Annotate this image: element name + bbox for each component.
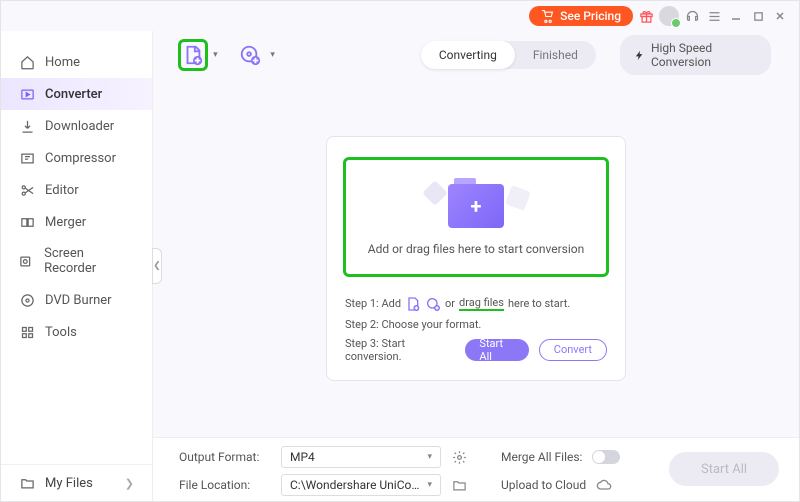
- footer-bar: Output Format: MP4 ▾ Merge All Files: Fi…: [153, 437, 799, 501]
- canvas-area: + Add or drag files here to start conver…: [153, 79, 799, 437]
- titlebar: See Pricing: [1, 1, 799, 31]
- file-location-label: File Location:: [179, 478, 271, 492]
- chevron-down-icon: ▾: [427, 480, 432, 490]
- nav-list: Home Converter Downloader Compressor Edi…: [1, 31, 152, 464]
- folder-icon: [19, 475, 35, 491]
- file-location-select[interactable]: C:\Wondershare UniConverter 1 ▾: [281, 474, 441, 496]
- record-icon: [19, 253, 34, 269]
- download-icon: [19, 118, 35, 134]
- sidebar-item-tools[interactable]: Tools: [1, 316, 152, 348]
- sidebar-item-editor[interactable]: Editor: [1, 174, 152, 206]
- sidebar: Home Converter Downloader Compressor Edi…: [1, 31, 153, 501]
- tab-converting[interactable]: Converting: [421, 41, 515, 69]
- start-all-button[interactable]: Start All: [465, 339, 528, 361]
- app-window: See Pricing Home Conv: [0, 0, 800, 502]
- dropzone-hero[interactable]: + Add or drag files here to start conver…: [343, 157, 609, 277]
- sidebar-item-dvd-burner[interactable]: DVD Burner: [1, 284, 152, 316]
- chevron-right-icon: ❯: [125, 477, 134, 490]
- sidebar-item-merger[interactable]: Merger: [1, 206, 152, 238]
- cart-icon: [541, 10, 554, 23]
- cloud-icon[interactable]: [596, 478, 612, 492]
- add-file-icon: [405, 296, 421, 312]
- add-file-button[interactable]: [181, 42, 205, 68]
- add-file-icon: [182, 44, 204, 66]
- sidebar-item-label: Compressor: [45, 151, 116, 166]
- open-folder-icon[interactable]: [451, 478, 467, 493]
- sidebar-item-label: Home: [45, 55, 80, 70]
- add-dvd-dropdown-caret[interactable]: ▾: [270, 50, 275, 60]
- disc-icon: [19, 292, 35, 308]
- maximize-button[interactable]: [749, 7, 767, 25]
- sidebar-item-label: Downloader: [45, 119, 114, 134]
- start-all-footer-button[interactable]: Start All: [669, 452, 779, 486]
- add-folder-graphic: +: [448, 184, 504, 228]
- sidebar-item-label: Editor: [45, 183, 79, 198]
- dropzone-title: Add or drag files here to start conversi…: [354, 242, 598, 256]
- high-speed-label: High Speed Conversion: [651, 41, 757, 69]
- drag-files-link: drag files: [459, 296, 504, 311]
- sidebar-item-label: Screen Recorder: [44, 246, 134, 276]
- support-icon[interactable]: [683, 7, 701, 25]
- file-location-value: C:\Wondershare UniConverter 1: [290, 478, 420, 492]
- sidebar-item-screen-recorder[interactable]: Screen Recorder: [1, 238, 152, 284]
- status-tabs: Converting Finished: [421, 41, 596, 69]
- home-icon: [19, 54, 35, 70]
- sidebar-item-converter[interactable]: Converter: [1, 78, 152, 110]
- main-panel: ▾ ▾ Converting Finished High Speed Conve…: [153, 31, 799, 501]
- merge-all-toggle[interactable]: [592, 450, 620, 464]
- plus-icon: +: [471, 194, 482, 218]
- output-format-select[interactable]: MP4 ▾: [281, 446, 441, 468]
- compress-icon: [19, 150, 35, 166]
- my-files-label: My Files: [45, 476, 93, 491]
- merge-icon: [19, 214, 35, 230]
- dropzone[interactable]: + Add or drag files here to start conver…: [326, 136, 626, 381]
- user-avatar[interactable]: [659, 6, 679, 26]
- gift-icon[interactable]: [637, 7, 655, 25]
- add-dvd-icon: [425, 296, 441, 312]
- output-format-label: Output Format:: [179, 450, 271, 464]
- high-speed-toggle[interactable]: High Speed Conversion: [620, 35, 771, 75]
- minimize-button[interactable]: [727, 7, 745, 25]
- see-pricing-button[interactable]: See Pricing: [529, 6, 633, 26]
- converter-icon: [19, 86, 35, 102]
- merge-all-label: Merge All Files:: [501, 450, 582, 464]
- step-3-text: Step 3: Start conversion.: [345, 337, 453, 363]
- add-dvd-button[interactable]: [238, 42, 262, 68]
- scissors-icon: [19, 182, 35, 198]
- sidebar-item-label: Merger: [45, 215, 86, 230]
- sidebar-item-home[interactable]: Home: [1, 46, 152, 78]
- step-3-row: Step 3: Start conversion. Start All Conv…: [343, 334, 609, 366]
- chevron-down-icon: ▾: [427, 452, 432, 462]
- sidebar-item-downloader[interactable]: Downloader: [1, 110, 152, 142]
- add-file-dropdown-caret[interactable]: ▾: [213, 50, 218, 60]
- sidebar-item-compressor[interactable]: Compressor: [1, 142, 152, 174]
- grid-icon: [19, 324, 35, 340]
- add-dvd-icon: [239, 44, 261, 66]
- upload-cloud-label: Upload to Cloud: [501, 478, 586, 492]
- see-pricing-label: See Pricing: [560, 9, 621, 23]
- output-format-value: MP4: [290, 450, 315, 464]
- sidebar-item-label: Tools: [45, 325, 77, 340]
- lightning-icon: [634, 49, 645, 62]
- step-2-text: Step 2: Choose your format.: [343, 315, 609, 334]
- settings-gear-icon[interactable]: [451, 450, 467, 465]
- close-button[interactable]: [771, 7, 789, 25]
- toolbar: ▾ ▾ Converting Finished High Speed Conve…: [153, 31, 799, 79]
- sidebar-item-my-files[interactable]: My Files ❯: [1, 464, 152, 501]
- sidebar-item-label: DVD Burner: [45, 293, 112, 308]
- tab-finished[interactable]: Finished: [515, 41, 596, 69]
- step-1-text: Step 1: Add or drag files here to start.: [343, 293, 609, 315]
- convert-button[interactable]: Convert: [539, 339, 607, 361]
- sidebar-item-label: Converter: [45, 87, 102, 102]
- hamburger-icon[interactable]: [705, 7, 723, 25]
